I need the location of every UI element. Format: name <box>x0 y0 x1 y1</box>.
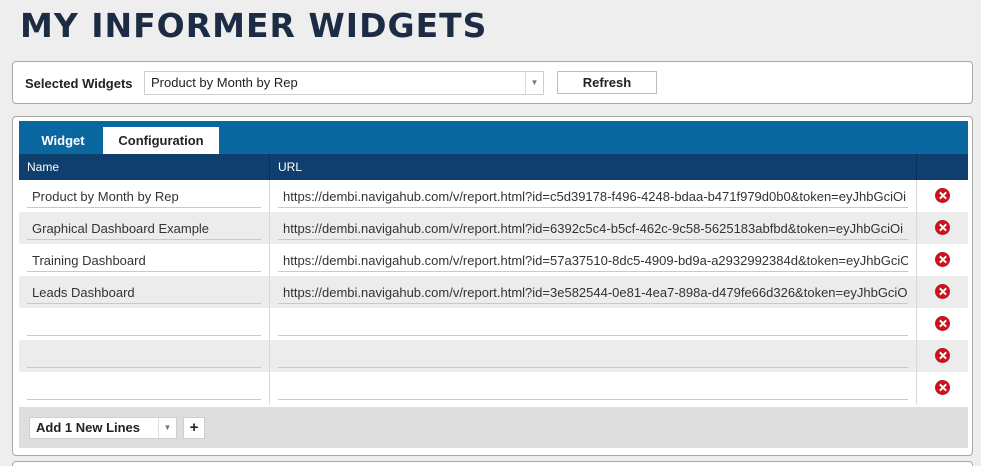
delete-cell <box>917 372 968 404</box>
url-cell <box>270 276 917 308</box>
widget-select-value: Product by Month by Rep <box>151 75 298 90</box>
name-cell <box>19 212 270 244</box>
delete-row-icon[interactable] <box>935 220 950 235</box>
column-header-url: URL <box>270 154 917 180</box>
name-cell <box>19 180 270 212</box>
name-cell <box>19 372 270 404</box>
widget-url-input[interactable] <box>278 313 908 336</box>
widget-url-input[interactable] <box>278 377 908 400</box>
widget-select-dropdown[interactable]: Product by Month by Rep ▼ <box>144 71 544 95</box>
delete-cell <box>917 340 968 372</box>
delete-cell <box>917 212 968 244</box>
widget-grid: Name URL <box>19 154 968 404</box>
widget-url-input[interactable] <box>278 185 908 208</box>
widget-url-input[interactable] <box>278 217 908 240</box>
column-header-name: Name <box>19 154 270 180</box>
table-row <box>19 308 968 340</box>
column-header-actions <box>917 154 968 180</box>
delete-row-icon[interactable] <box>935 348 950 363</box>
delete-row-icon[interactable] <box>935 252 950 267</box>
url-cell <box>270 212 917 244</box>
add-lines-button[interactable]: + <box>183 417 205 439</box>
chevron-down-icon[interactable]: ▼ <box>158 418 176 438</box>
delete-cell <box>917 180 968 212</box>
grid-footer: Add 1 New Lines ▼ + <box>19 407 968 448</box>
grid-header: Name URL <box>19 154 968 180</box>
table-row <box>19 244 968 276</box>
bottom-panel <box>12 461 973 466</box>
widget-name-input[interactable] <box>27 217 261 240</box>
widget-name-input[interactable] <box>27 313 261 336</box>
url-cell <box>270 308 917 340</box>
url-cell <box>270 244 917 276</box>
widget-selection-panel: Selected Widgets Product by Month by Rep… <box>12 61 973 104</box>
widget-name-input[interactable] <box>27 249 261 272</box>
url-cell <box>270 372 917 404</box>
url-cell <box>270 180 917 212</box>
delete-row-icon[interactable] <box>935 380 950 395</box>
table-row <box>19 340 968 372</box>
add-lines-dropdown[interactable]: Add 1 New Lines ▼ <box>29 417 177 439</box>
delete-cell <box>917 244 968 276</box>
widget-url-input[interactable] <box>278 345 908 368</box>
name-cell <box>19 276 270 308</box>
table-row <box>19 276 968 308</box>
table-row <box>19 372 968 404</box>
delete-cell <box>917 276 968 308</box>
grid-body <box>19 180 968 404</box>
tab-configuration[interactable]: Configuration <box>103 127 219 154</box>
name-cell <box>19 244 270 276</box>
table-row <box>19 180 968 212</box>
widget-name-input[interactable] <box>27 281 261 304</box>
name-cell <box>19 340 270 372</box>
refresh-button[interactable]: Refresh <box>557 71 657 94</box>
widget-url-input[interactable] <box>278 281 908 304</box>
table-row <box>19 212 968 244</box>
widget-url-input[interactable] <box>278 249 908 272</box>
delete-row-icon[interactable] <box>935 316 950 331</box>
tab-bar: Widget Configuration <box>19 121 968 154</box>
tab-widget[interactable]: Widget <box>29 127 97 154</box>
delete-row-icon[interactable] <box>935 284 950 299</box>
page-title: MY INFORMER WIDGETS <box>20 6 488 45</box>
add-lines-value: Add 1 New Lines <box>36 420 141 435</box>
widget-name-input[interactable] <box>27 185 261 208</box>
selected-widgets-label: Selected Widgets <box>25 76 133 91</box>
delete-cell <box>917 308 968 340</box>
widget-name-input[interactable] <box>27 377 261 400</box>
url-cell <box>270 340 917 372</box>
chevron-down-icon[interactable]: ▼ <box>525 72 543 94</box>
configuration-panel: Widget Configuration Name URL Add 1 New … <box>12 116 973 456</box>
delete-row-icon[interactable] <box>935 188 950 203</box>
widget-name-input[interactable] <box>27 345 261 368</box>
name-cell <box>19 308 270 340</box>
